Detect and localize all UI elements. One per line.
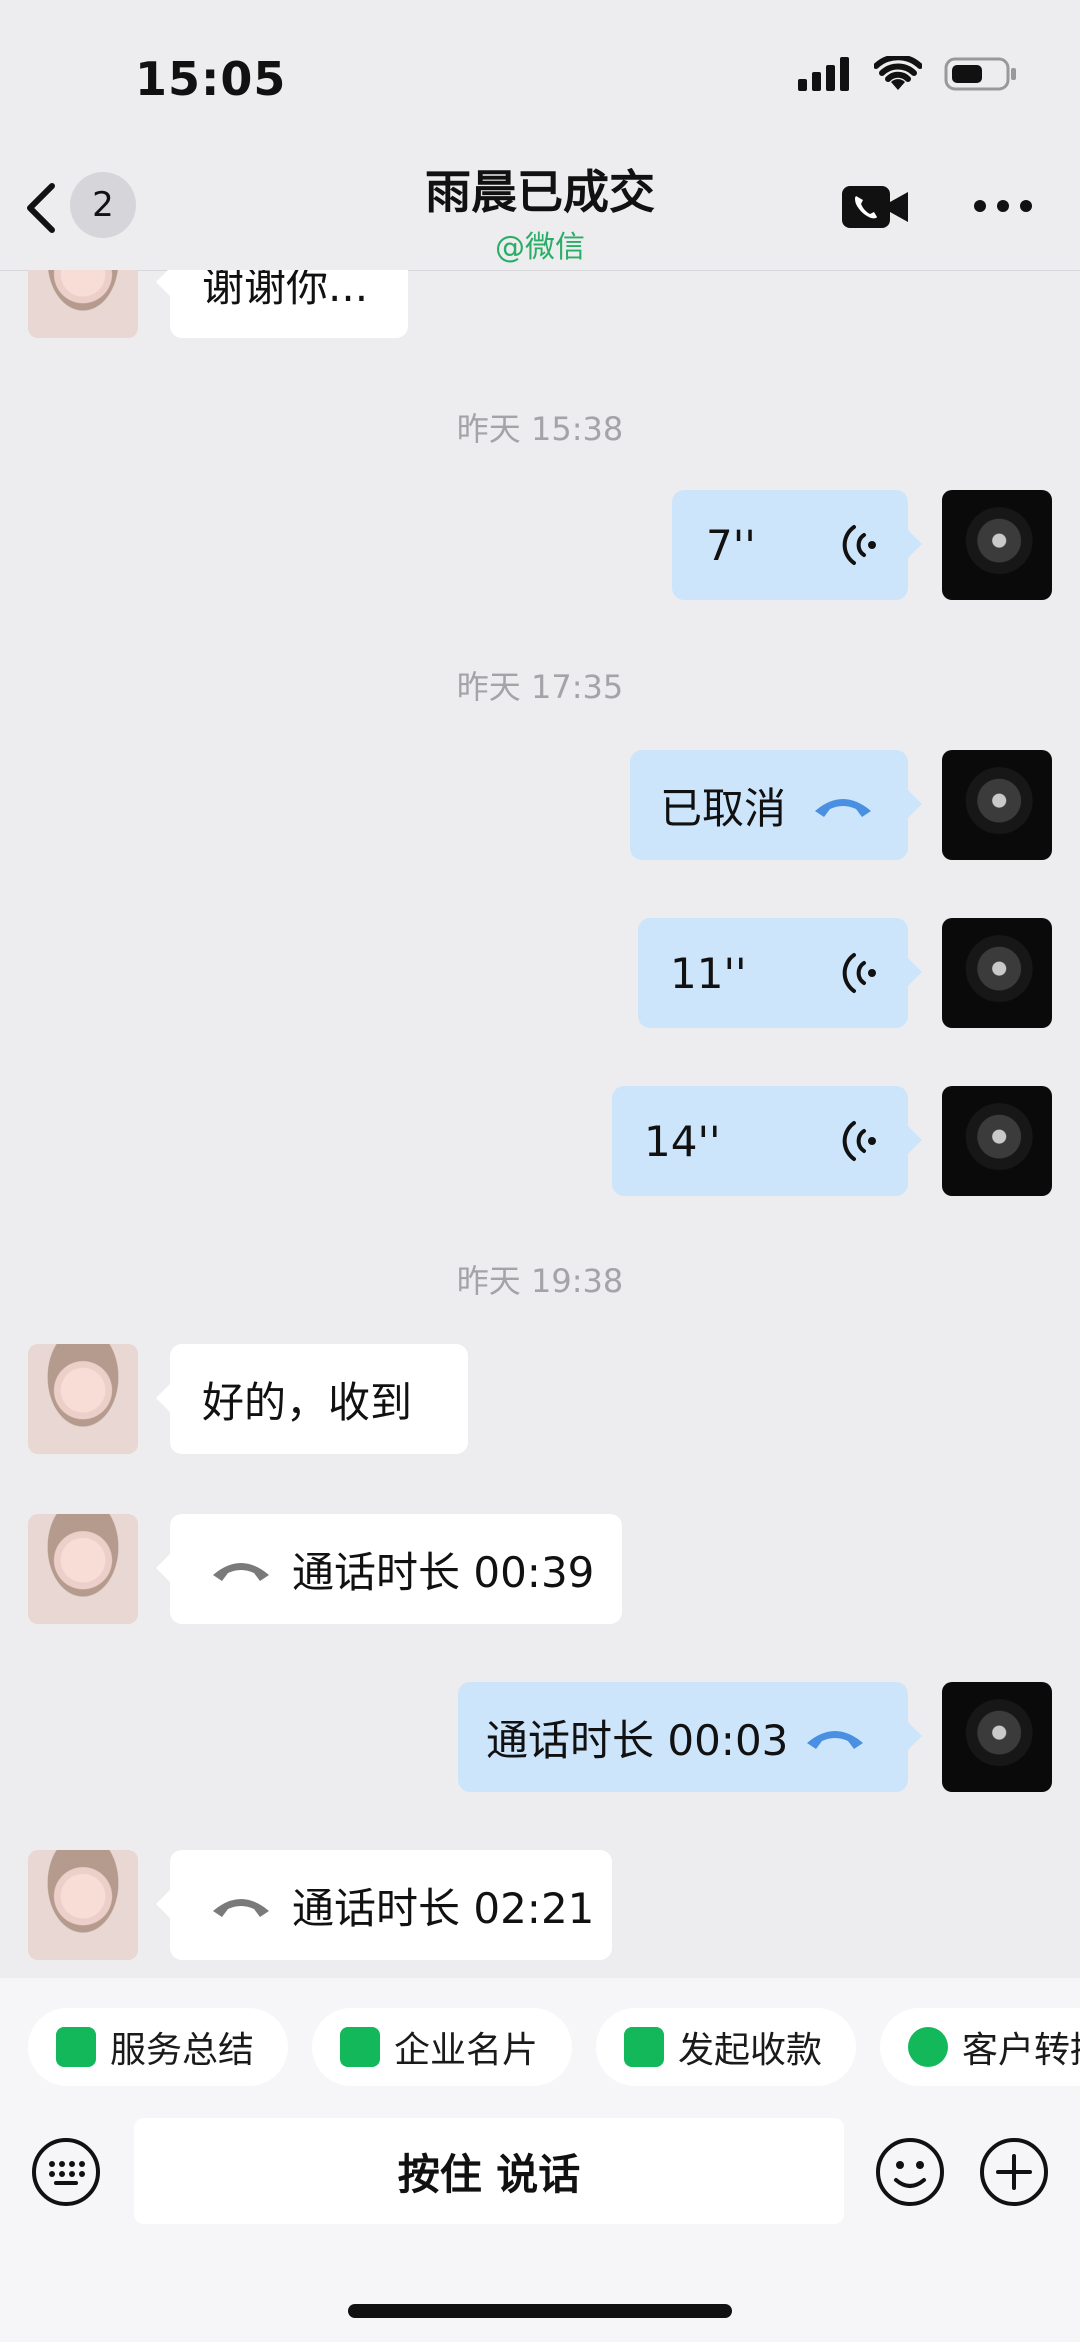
call-message-bubble[interactable]: 通话时长 00:03	[458, 1682, 922, 1792]
service-summary-chip[interactable]: 服务总结	[28, 2008, 288, 2086]
chip-label: 企业名片	[394, 2030, 539, 2071]
call-status-text: 已取消	[660, 783, 787, 833]
hold-to-talk-button[interactable]: 按住 说话	[134, 2118, 844, 2224]
contact-avatar[interactable]	[28, 1344, 138, 1454]
timestamp: 昨天 19:38	[456, 1262, 624, 1300]
chip-label: 服务总结	[110, 2030, 255, 2071]
my-avatar[interactable]	[942, 490, 1052, 600]
call-message-bubble[interactable]: 已取消	[630, 750, 922, 860]
voice-wave-icon	[842, 1121, 876, 1161]
business-card-icon	[340, 2027, 380, 2067]
voice-wave-icon	[842, 953, 876, 993]
call-duration-text: 通话时长 00:39	[292, 1547, 595, 1597]
message-bubble[interactable]: 谢谢你...	[156, 270, 408, 338]
call-message-bubble[interactable]: 通话时长 00:39	[156, 1514, 622, 1624]
voice-duration: 11''	[670, 948, 747, 998]
chat-title: 雨晨已成交	[425, 165, 655, 219]
timestamp: 昨天 17:35	[456, 668, 624, 706]
request-payment-chip[interactable]: 发起收款	[596, 2008, 856, 2086]
call-icon[interactable]	[840, 184, 910, 230]
home-indicator	[348, 2304, 732, 2318]
contact-avatar[interactable]	[28, 1850, 138, 1960]
my-avatar[interactable]	[942, 1086, 1052, 1196]
chat-subtitle: @微信	[495, 230, 585, 265]
call-message-bubble[interactable]: 通话时长 02:21	[156, 1850, 612, 1960]
message-text: 好的，收到	[202, 1377, 413, 1427]
phone-hangup-icon	[815, 799, 872, 817]
business-card-chip[interactable]: 企业名片	[312, 2008, 572, 2086]
call-duration-text: 通话时长 00:03	[486, 1715, 789, 1765]
call-duration-text: 通话时长 02:21	[292, 1883, 595, 1933]
emoji-icon[interactable]	[874, 2136, 946, 2208]
my-avatar[interactable]	[942, 918, 1052, 1028]
chat-area[interactable]: 谢谢你... 昨天 15:38 7'' 昨天 17:35 已取消 11'' 14…	[0, 270, 1080, 1978]
more-icon[interactable]	[972, 196, 1034, 216]
status-time: 15:05	[135, 52, 287, 106]
service-summary-icon	[56, 2027, 96, 2067]
voice-duration: 14''	[644, 1116, 721, 1166]
voice-duration: 7''	[706, 520, 756, 570]
my-avatar[interactable]	[942, 1682, 1052, 1792]
status-icons	[798, 56, 1018, 92]
voice-wave-icon	[842, 525, 876, 565]
phone-hangup-icon	[807, 1731, 864, 1749]
timestamp: 昨天 15:38	[456, 410, 624, 448]
payment-shield-icon	[624, 2027, 664, 2067]
chip-label: 客户转接	[962, 2030, 1080, 2071]
phone-hangup-icon	[213, 1563, 269, 1581]
wifi-icon	[874, 56, 922, 90]
voice-message-bubble[interactable]: 14''	[612, 1086, 922, 1196]
plus-icon[interactable]	[978, 2136, 1050, 2208]
voice-message-bubble[interactable]: 7''	[672, 490, 922, 600]
voice-message-bubble[interactable]: 11''	[638, 918, 922, 1028]
transfer-icon	[908, 2027, 948, 2067]
battery-icon	[944, 57, 1016, 91]
message-text: 谢谢你...	[202, 270, 369, 311]
signal-icon	[798, 57, 849, 91]
contact-avatar[interactable]	[28, 1514, 138, 1624]
customer-transfer-chip[interactable]: 客户转接	[880, 2008, 1080, 2086]
contact-avatar[interactable]	[28, 270, 138, 338]
message-bubble[interactable]: 好的，收到	[156, 1344, 468, 1454]
my-avatar[interactable]	[942, 750, 1052, 860]
keyboard-icon[interactable]	[30, 2136, 102, 2208]
phone-hangup-icon	[213, 1899, 269, 1917]
chip-label: 发起收款	[678, 2030, 823, 2071]
